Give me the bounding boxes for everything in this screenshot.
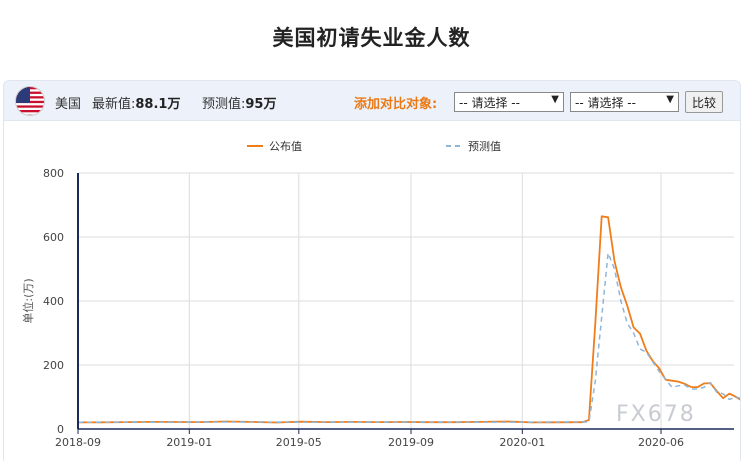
forecast-value: 95万: [245, 97, 277, 112]
legend-label: 预测值: [468, 140, 501, 153]
x-tick-label: 2020-01: [499, 436, 545, 449]
compare-select-1-value: -- 请选择 --: [459, 96, 520, 110]
y-axis-title: 单位:(万): [21, 278, 35, 323]
compare-label: 添加对比对象:: [354, 97, 438, 112]
x-tick-label: 2018-09: [55, 436, 101, 449]
compare-select-2[interactable]: -- 请选择 -- ▼: [570, 92, 679, 112]
compare-select-2-value: -- 请选择 --: [575, 96, 636, 110]
x-tick-label: 2019-01: [166, 436, 212, 449]
toolbar: 美国 最新值:88.1万 预测值:95万 添加对比对象: -- 请选择 -- ▼…: [3, 80, 741, 121]
forecast-value-group: 预测值:95万: [202, 93, 276, 112]
x-tick-label: 2019-05: [276, 436, 322, 449]
forecast-label: 预测值:: [202, 97, 246, 112]
y-tick-label: 0: [57, 423, 64, 436]
y-tick-label: 600: [43, 231, 64, 244]
chevron-down-icon: ▼: [551, 94, 559, 105]
chevron-down-icon: ▼: [666, 94, 674, 105]
series-line-1: [77, 215, 740, 424]
x-tick-label: 2019-09: [388, 436, 434, 449]
watermark: FX678: [616, 402, 696, 427]
chart-frame: 公布值 预测值 单位:(万) 0 200 400 600 800 2018-09 2019-…: [3, 121, 741, 461]
y-tick-label: 200: [43, 359, 64, 372]
us-flag-icon: [15, 86, 45, 116]
latest-value: 88.1万: [135, 97, 181, 112]
x-axis-ticks: 2018-09 2019-01 2019-05 2019-09 2020-01 2020-…: [55, 429, 684, 449]
x-tick-label: 2020-06: [638, 436, 684, 449]
legend-label: 公布值: [269, 140, 302, 153]
compare-button[interactable]: 比较: [685, 91, 724, 113]
page-title: 美国初请失业金人数: [272, 26, 471, 50]
chart-series: [77, 215, 740, 424]
latest-label: 最新值:: [92, 97, 136, 112]
chart-legend: 公布值 预测值: [247, 140, 501, 153]
compare-select-1[interactable]: -- 请选择 -- ▼: [454, 92, 564, 112]
y-axis-ticks: 0 200 400 600 800: [43, 167, 64, 436]
country-label: 美国: [55, 97, 82, 112]
chart-grid: [77, 172, 734, 429]
y-tick-label: 400: [43, 295, 64, 308]
latest-value-group: 最新值:88.1万: [92, 93, 180, 112]
y-tick-label: 800: [43, 167, 64, 180]
line-chart: 公布值 预测值 单位:(万) 0 200 400 600 800 2018-09 2019-…: [21, 140, 740, 449]
